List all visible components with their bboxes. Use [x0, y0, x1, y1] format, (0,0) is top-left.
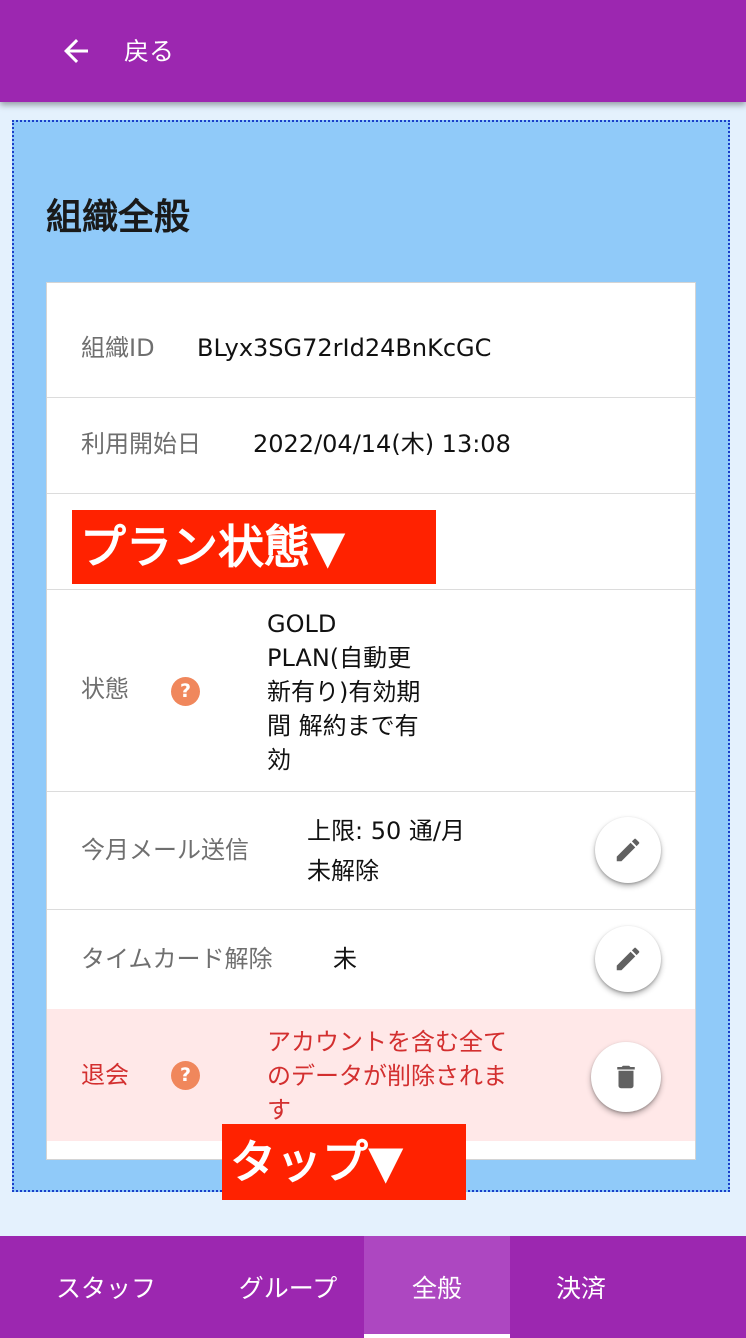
- tap-annotation: タップ▼: [222, 1124, 466, 1200]
- tab-payment[interactable]: 決済: [510, 1236, 652, 1338]
- trash-icon: [617, 1065, 635, 1089]
- tab-label: 全般: [411, 1274, 462, 1303]
- start-date-value: 2022/04/14(木) 13:08: [253, 430, 511, 458]
- mail-limit-text: 上限: 50 通/月: [307, 817, 465, 845]
- status-value-line: 新有り)有効期: [267, 678, 421, 706]
- mail-value: 上限: 50 通/月 未解除: [307, 811, 465, 891]
- withdraw-row: 退会 ? アカウントを含む全て のデータが削除されま す: [47, 1009, 695, 1141]
- edit-timecard-button[interactable]: [595, 926, 661, 992]
- pencil-icon: [616, 838, 640, 862]
- edit-mail-button[interactable]: [595, 817, 661, 883]
- tab-staff[interactable]: スタッフ: [0, 1236, 212, 1338]
- plan-status-annotation: プラン状態▼: [72, 510, 436, 584]
- tab-group[interactable]: グループ: [212, 1236, 364, 1338]
- org-id-row: 組織ID BLyx3SG72rId24BnKcGC: [47, 283, 695, 398]
- tab-label: スタッフ: [55, 1274, 156, 1303]
- status-value-line: 効: [267, 746, 291, 774]
- status-help-icon[interactable]: ?: [171, 677, 200, 706]
- start-date-row: 利用開始日 2022/04/14(木) 13:08: [47, 397, 695, 494]
- mail-unlock-text: 未解除: [307, 857, 379, 885]
- status-value-line: GOLD: [267, 610, 337, 638]
- withdraw-label: 退会: [81, 1061, 129, 1089]
- timecard-label: タイムカード解除: [81, 945, 273, 973]
- withdraw-warning-line: のデータが削除されま: [267, 1062, 507, 1090]
- page-title: 組織全般: [46, 197, 191, 238]
- status-value: GOLD PLAN(自動更 新有り)有効期 間 解約まで有 効: [267, 607, 420, 777]
- delete-account-button[interactable]: [591, 1042, 661, 1112]
- status-value-line: PLAN(自動更: [267, 644, 412, 672]
- tab-label: グループ: [238, 1274, 338, 1303]
- mail-row: 今月メール送信 上限: 50 通/月 未解除: [47, 791, 695, 910]
- org-id-value: BLyx3SG72rId24BnKcGC: [197, 334, 492, 362]
- active-tab-indicator: [364, 1334, 510, 1338]
- timecard-value: 未: [333, 945, 357, 973]
- mail-label: 今月メール送信: [81, 836, 249, 864]
- start-date-label: 利用開始日: [81, 430, 201, 458]
- org-settings-card: 組織ID BLyx3SG72rId24BnKcGC 利用開始日 2022/04/…: [46, 282, 696, 1160]
- tab-label: 決済: [555, 1274, 606, 1303]
- withdraw-warning-line: アカウントを含む全て: [267, 1028, 507, 1056]
- app-bar: 戻る: [0, 0, 746, 102]
- bottom-navigation: スタッフ グループ 全般 決済: [0, 1236, 746, 1338]
- org-id-label: 組織ID: [81, 334, 155, 362]
- status-row: 状態 ? GOLD PLAN(自動更 新有り)有効期 間 解約まで有 効: [47, 589, 695, 792]
- status-label: 状態: [81, 675, 129, 703]
- timecard-row: タイムカード解除 未: [47, 909, 695, 1010]
- tab-general[interactable]: 全般: [364, 1236, 510, 1338]
- arrow-back-icon[interactable]: [58, 33, 94, 69]
- withdraw-warning-line: す: [267, 1096, 291, 1124]
- withdraw-warning: アカウントを含む全て のデータが削除されま す: [267, 1025, 507, 1127]
- withdraw-help-icon[interactable]: ?: [171, 1061, 200, 1090]
- pencil-icon: [616, 947, 640, 971]
- back-button[interactable]: 戻る: [124, 34, 174, 70]
- status-value-line: 間 解約まで有: [267, 712, 419, 740]
